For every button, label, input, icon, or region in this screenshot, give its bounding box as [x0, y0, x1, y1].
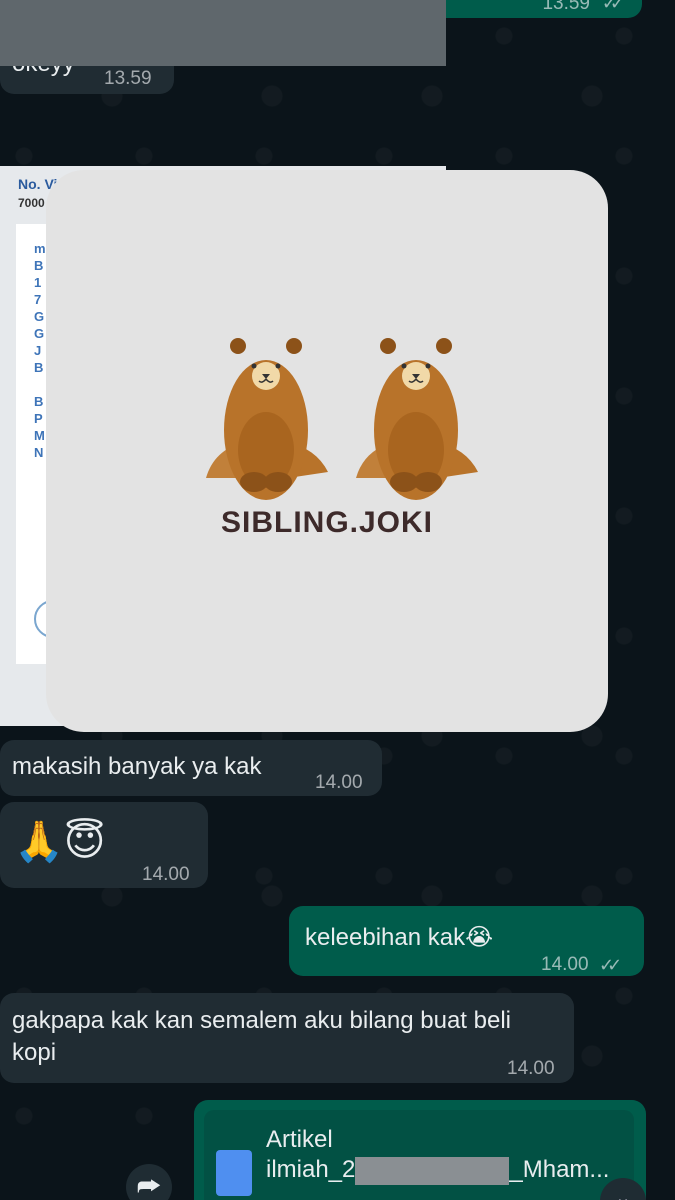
document-name-line2: ilmiah_2 _Mham...	[266, 1156, 610, 1185]
bear-icon	[206, 338, 328, 500]
redacted-block	[355, 1156, 510, 1185]
message-time: 14.00	[315, 772, 363, 793]
message-bubble-incoming[interactable]: makasih banyak ya kak 14.00	[0, 740, 382, 796]
read-receipt-icon: ✓✓	[599, 955, 622, 975]
message-bubble-outgoing[interactable]: keleebihan kak😭 14.00 ✓✓	[289, 906, 644, 976]
document-name-line1: Artikel	[266, 1126, 333, 1153]
image-header-band	[0, 0, 446, 66]
two-bears-logo-icon	[206, 338, 478, 500]
document-number-text: 7000	[18, 196, 45, 210]
read-receipt-icon: ✓✓	[601, 0, 625, 13]
bear-icon	[356, 338, 478, 500]
message-bubble-incoming[interactable]: gakpapa kak kan semalem aku bilang buat …	[0, 993, 574, 1083]
logo-text: SIBLING.JOKI	[220, 506, 434, 539]
chevron-down-icon: ⌄	[614, 1187, 632, 1200]
forward-icon: ⮫	[136, 1171, 162, 1200]
message-emoji: 🙏😇	[14, 820, 106, 864]
message-time: 13.59	[104, 68, 152, 89]
document-preview[interactable]	[204, 1110, 634, 1200]
document-message[interactable]	[194, 1100, 646, 1200]
message-time: 14.00	[507, 1058, 555, 1079]
message-bubble-incoming[interactable]: 🙏😇 14.00	[0, 802, 208, 888]
message-time: 13.59	[542, 0, 590, 14]
message-time: 14.00	[142, 864, 190, 885]
message-text: makasih banyak ya kak	[12, 753, 262, 780]
message-text: gakpapa kak kan semalem aku bilang buat …	[12, 1007, 511, 1066]
message-text: keleebihan kak😭	[305, 924, 494, 951]
message-time: 14.00	[541, 954, 589, 975]
watermark-logo-card: SIBLING.JOKI	[46, 170, 608, 732]
document-icon	[216, 1150, 252, 1196]
